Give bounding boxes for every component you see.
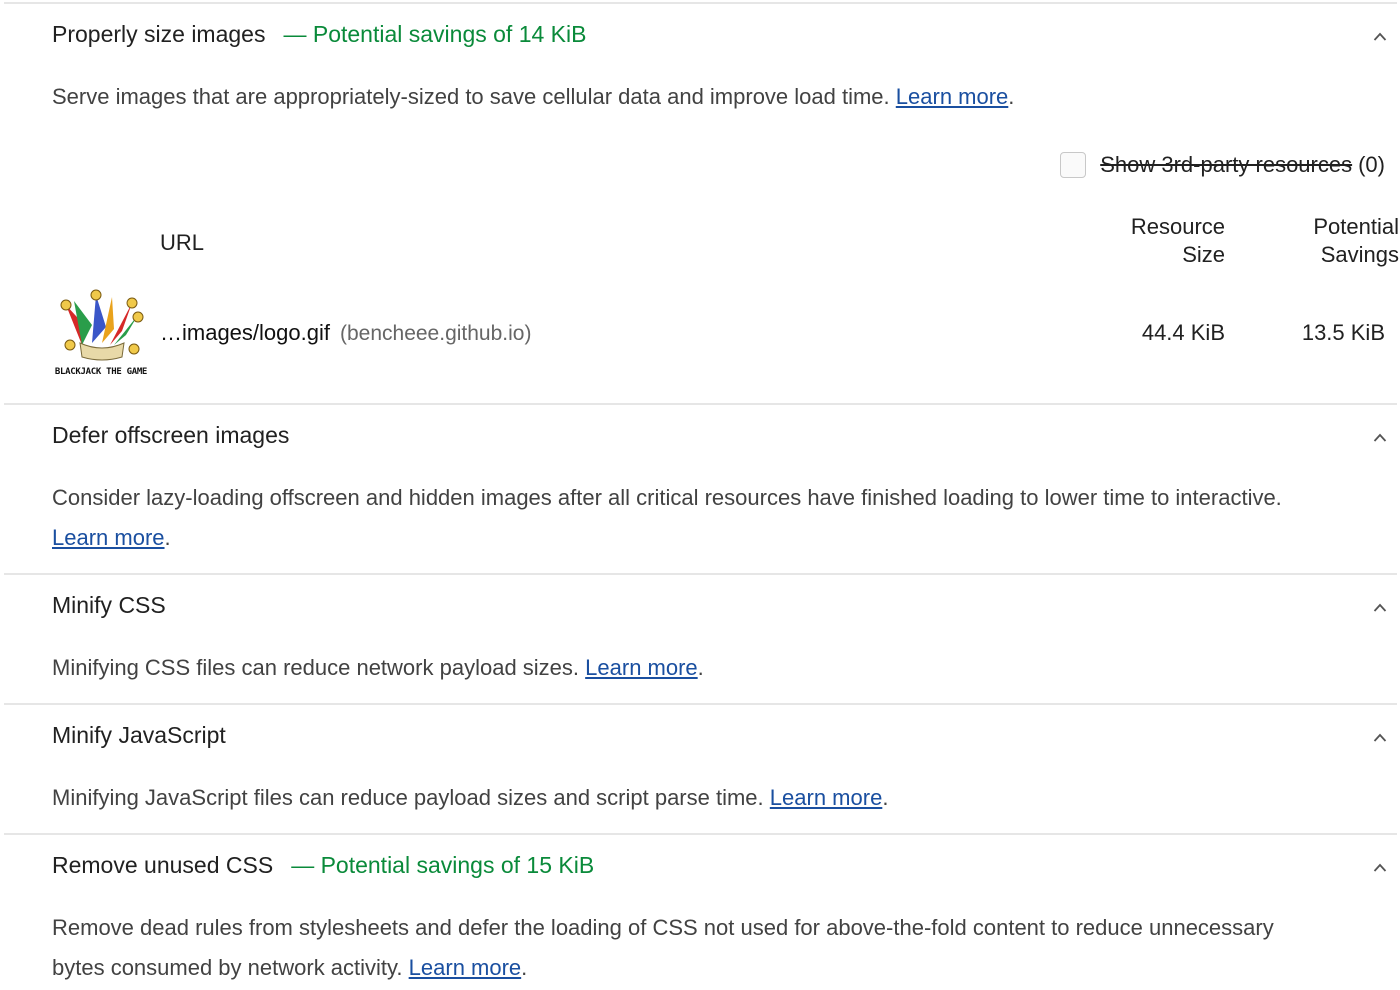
learn-more-link[interactable]: Learn more	[770, 785, 883, 810]
resource-host: (bencheee.github.io)	[339, 322, 532, 345]
audit-header[interactable]: Minify JavaScript	[52, 705, 226, 765]
description-text: Serve images that are appropriately-size…	[52, 84, 890, 109]
audit-title: Minify CSS	[52, 591, 166, 618]
header-line: Potential	[1313, 214, 1399, 239]
column-header-potential-savings: Potential Savings	[1313, 213, 1399, 269]
chevron-up-icon[interactable]	[1373, 431, 1387, 445]
header-line: Resource	[1130, 214, 1225, 239]
audit-title: Defer offscreen images	[52, 421, 290, 448]
third-party-label: Show 3rd-party resources	[1100, 152, 1353, 177]
description-text: Minifying JavaScript files can reduce pa…	[52, 785, 764, 810]
column-header-resource-size: Resource Size	[1131, 213, 1225, 269]
audit-description: Remove dead rules from stylesheets and d…	[52, 915, 1274, 980]
column-header-url: URL	[160, 230, 205, 255]
audit-title: Properly size images	[52, 20, 266, 47]
learn-more-link[interactable]: Learn more	[52, 525, 165, 550]
audit-title: Minify JavaScript	[52, 721, 226, 748]
table-row-resource-size: 44.4 KiB	[1141, 320, 1225, 345]
third-party-count: (0)	[1358, 152, 1385, 177]
header-line: Savings	[1320, 242, 1399, 267]
learn-more-link[interactable]: Learn more	[585, 655, 698, 680]
audit-savings: — Potential savings of 14 KiB	[283, 20, 587, 47]
third-party-checkbox[interactable]	[1060, 152, 1087, 178]
description-text: Remove dead rules from stylesheets and d…	[52, 915, 1274, 980]
third-party-filter: Show 3rd-party resources (0)	[1060, 152, 1385, 178]
audit-description: Minifying CSS files can reduce network p…	[52, 655, 704, 680]
resource-url[interactable]: …images/logo.gif	[160, 320, 330, 345]
table-row-url[interactable]: …images/logo.gif (bencheee.github.io)	[160, 320, 531, 346]
audit-description: Serve images that are appropriately-size…	[52, 84, 1015, 109]
description-text: Minifying CSS files can reduce network p…	[52, 655, 580, 680]
audit-header[interactable]: Defer offscreen images	[52, 405, 289, 465]
learn-more-link[interactable]: Learn more	[409, 955, 522, 980]
jester-hat-logo	[60, 289, 144, 361]
table-row-potential-savings: 13.5 KiB	[1301, 320, 1385, 345]
audit-defer-offscreen-images: Defer offscreen images Consider lazy-loa…	[4, 403, 1397, 575]
chevron-up-icon[interactable]	[1373, 861, 1387, 875]
audit-description: Minifying JavaScript files can reduce pa…	[52, 785, 889, 810]
header-line: Size	[1182, 242, 1225, 267]
chevron-up-icon[interactable]	[1373, 731, 1387, 745]
chevron-up-icon[interactable]	[1373, 30, 1387, 44]
audit-header[interactable]: Remove unused CSS — Potential savings of…	[52, 835, 594, 895]
audit-minify-javascript: Minify JavaScript Minifying JavaScript f…	[4, 703, 1397, 835]
thumbnail-caption: BLACKJACK THE GAME	[54, 367, 148, 377]
audit-header[interactable]: Minify CSS	[52, 575, 166, 635]
description-text: Consider lazy-loading offscreen and hidd…	[52, 485, 1282, 510]
audit-properly-size-images: Properly size images — Potential savings…	[4, 2, 1399, 404]
audit-remove-unused-css: Remove unused CSS — Potential savings of…	[4, 833, 1397, 990]
audit-minify-css: Minify CSS Minifying CSS files can reduc…	[4, 573, 1397, 705]
learn-more-link[interactable]: Learn more	[896, 84, 1009, 109]
audit-description: Consider lazy-loading offscreen and hidd…	[52, 485, 1282, 550]
image-thumbnail: BLACKJACK THE GAME	[52, 287, 150, 385]
audit-header[interactable]: Properly size images — Potential savings…	[52, 4, 586, 64]
audit-title: Remove unused CSS	[52, 851, 274, 878]
chevron-up-icon[interactable]	[1373, 601, 1387, 615]
audit-savings: — Potential savings of 15 KiB	[291, 851, 595, 878]
